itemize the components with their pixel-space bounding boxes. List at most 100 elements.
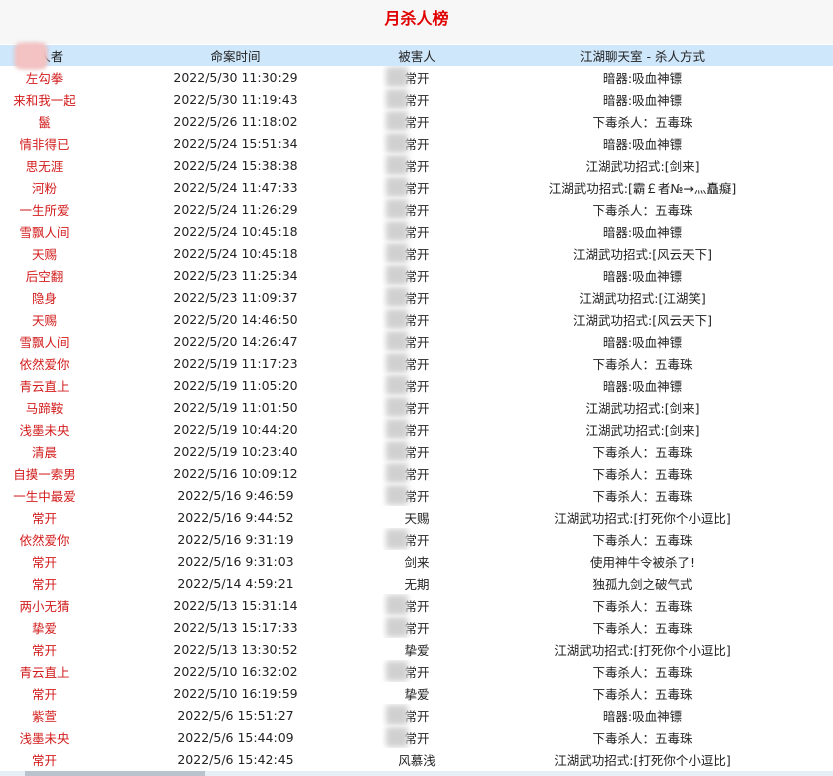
method-text: 独孤九剑之破气式 (592, 576, 693, 592)
time-cell: 2022/5/13 15:31:14 (89, 594, 382, 616)
killer-text: 雪飘人间 (19, 334, 70, 350)
table-row: 常开 2022/5/16 9:44:52 天赐 江湖武功招式:[打死你个小逗比] (0, 46, 833, 528)
time-cell: 2022/5/24 10:45:18 (89, 220, 382, 242)
victim-cell[interactable]: 无期 (382, 572, 452, 594)
scrollbar-thumb[interactable] (25, 771, 205, 776)
killer-cell[interactable]: 浅墨未央 (0, 726, 89, 748)
time-cell: 2022/5/10 16:32:02 (89, 660, 382, 682)
table-row: 雪飘人间 2022/5/24 10:45:18 常开 暗器:吸血神镖 (0, 220, 833, 242)
killer-cell[interactable]: 河粉 (0, 176, 89, 198)
victim-cell[interactable]: 常开 (382, 132, 452, 154)
victim-cell[interactable]: 常开 (382, 242, 452, 264)
victim-cell[interactable]: 常开 (382, 396, 452, 418)
victim-cell[interactable]: 常开 (382, 484, 452, 506)
killer-cell[interactable]: 一生所爱 (0, 198, 89, 220)
method-cell: 江湖武功招式:[风云天下] (452, 242, 833, 264)
victim-cell[interactable]: 常开 (382, 330, 452, 352)
victim-cell[interactable]: 常开 (382, 704, 452, 726)
method-cell: 独孤九剑之破气式 (452, 572, 833, 594)
time-text: 2022/5/13 15:31:14 (173, 597, 298, 613)
killer-cell[interactable]: 天赐 (0, 242, 89, 264)
victim-cell[interactable]: 常开 (382, 176, 452, 198)
killer-cell[interactable]: 马蹄鞍 (0, 396, 89, 418)
method-cell: 暗器:吸血神镖 (452, 374, 833, 396)
killer-cell[interactable]: 常开 (0, 46, 89, 660)
victim-cell[interactable]: 常开 (382, 308, 452, 330)
victim-cell[interactable]: 常开 (382, 660, 452, 682)
method-text: 江湖武功招式:[剑来] (585, 400, 700, 416)
victim-cell[interactable]: 常开 (382, 110, 452, 132)
kill-ranking-table: 杀人者 命案时间 被害人 江湖聊天室 - 杀人方式 左勾拳 2022/5/30 1… (0, 45, 833, 770)
time-text: 2022/5/10 16:32:02 (173, 663, 298, 679)
victim-cell[interactable]: 挚爱 (382, 682, 452, 704)
killer-cell[interactable]: 天赐 (0, 308, 89, 330)
killer-cell[interactable]: 鬣 (0, 110, 89, 132)
method-cell: 江湖武功招式:[剑来] (452, 418, 833, 440)
killer-cell[interactable]: 青云直上 (0, 660, 89, 682)
killer-cell[interactable]: 清晨 (0, 440, 89, 462)
victim-cell[interactable]: 常开 (382, 616, 452, 638)
table-row: 依然爱你 2022/5/19 11:17:23 常开 下毒杀人：五毒珠 (0, 352, 833, 374)
killer-cell[interactable]: 常开 (0, 46, 89, 704)
killer-cell[interactable]: 常开 (0, 46, 89, 572)
killer-cell[interactable]: 紫萱 (0, 704, 89, 726)
victim-text: 常开 (404, 136, 430, 152)
killer-cell[interactable]: 雪飘人间 (0, 330, 89, 352)
method-cell: 下毒杀人：五毒珠 (452, 110, 833, 132)
time-cell: 2022/5/24 11:26:29 (89, 198, 382, 220)
victim-cell[interactable]: 天赐 (382, 506, 452, 528)
method-text: 下毒杀人：五毒珠 (592, 466, 693, 482)
time-cell: 2022/5/20 14:46:50 (89, 308, 382, 330)
killer-cell[interactable]: 情非得已 (0, 132, 89, 154)
killer-cell[interactable]: 青云直上 (0, 374, 89, 396)
method-cell: 江湖武功招式:[打死你个小逗比] (452, 638, 833, 660)
victim-cell[interactable]: 常开 (382, 88, 452, 110)
killer-cell[interactable]: 两小无猜 (0, 594, 89, 616)
killer-cell[interactable]: 一生中最爱 (0, 484, 89, 506)
victim-cell[interactable]: 常开 (382, 528, 452, 550)
victim-cell[interactable]: 风慕浅 (382, 748, 452, 770)
method-text: 江湖武功招式:[风云天下] (573, 312, 712, 328)
victim-cell[interactable]: 常开 (382, 418, 452, 440)
victim-cell[interactable]: 常开 (382, 594, 452, 616)
victim-cell[interactable]: 常开 (382, 462, 452, 484)
method-text: 江湖武功招式:[打死你个小逗比] (554, 752, 731, 768)
victim-cell[interactable]: 剑来 (382, 550, 452, 572)
time-cell: 2022/5/10 16:19:59 (89, 682, 382, 704)
killer-cell[interactable]: 依然爱你 (0, 528, 89, 550)
victim-cell[interactable]: 常开 (382, 286, 452, 308)
victim-cell[interactable]: 常开 (382, 264, 452, 286)
victim-cell[interactable]: 常开 (382, 726, 452, 748)
killer-cell[interactable]: 雪飘人间 (0, 220, 89, 242)
victim-cell[interactable]: 常开 (382, 198, 452, 220)
killer-text: 常开 (31, 752, 57, 768)
killer-text: 后空翻 (25, 268, 64, 284)
victim-cell[interactable]: 常开 (382, 440, 452, 462)
victim-text: 常开 (404, 180, 430, 196)
method-text: 下毒杀人：五毒珠 (592, 532, 693, 548)
killer-cell[interactable]: 来和我一起 (0, 88, 89, 110)
killer-cell[interactable]: 依然爱你 (0, 352, 89, 374)
victim-cell[interactable]: 常开 (382, 220, 452, 242)
method-cell: 下毒杀人：五毒珠 (452, 726, 833, 748)
table-row: 浅墨未央 2022/5/6 15:44:09 常开 下毒杀人：五毒珠 (0, 726, 833, 748)
killer-cell[interactable]: 隐身 (0, 286, 89, 308)
victim-cell[interactable]: 常开 (382, 154, 452, 176)
time-cell: 2022/5/23 11:25:34 (89, 264, 382, 286)
victim-cell[interactable]: 常开 (382, 374, 452, 396)
killer-cell[interactable]: 后空翻 (0, 264, 89, 286)
killer-cell[interactable]: 常开 (0, 46, 89, 528)
victim-cell[interactable]: 常开 (382, 352, 452, 374)
killer-cell[interactable]: 挚爱 (0, 616, 89, 638)
method-text: 下毒杀人：五毒珠 (592, 664, 693, 680)
killer-cell[interactable]: 左勾拳 (0, 66, 89, 88)
killer-cell[interactable]: 自摸一索男 (0, 462, 89, 484)
killer-cell[interactable]: 浅墨未央 (0, 418, 89, 440)
victim-cell[interactable]: 常开 (382, 66, 452, 88)
killer-cell[interactable]: 思无涯 (0, 154, 89, 176)
victim-cell[interactable]: 挚爱 (382, 638, 452, 660)
killer-cell[interactable]: 常开 (0, 46, 89, 770)
killer-cell[interactable]: 常开 (0, 46, 89, 594)
method-text: 下毒杀人：五毒珠 (592, 488, 693, 504)
horizontal-scrollbar[interactable] (0, 771, 833, 776)
